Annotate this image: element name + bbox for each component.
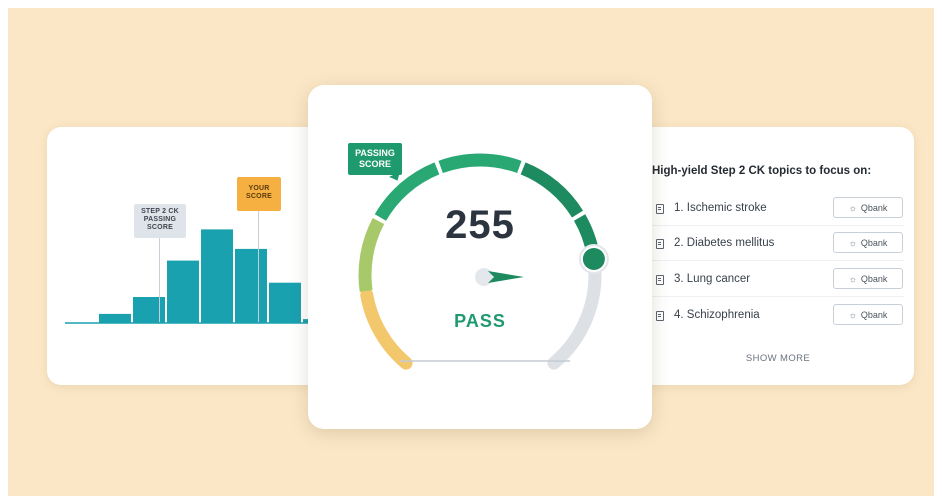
topic-label: 3. Lung cancer (674, 273, 751, 285)
qbank-button[interactable]: ☼ Qbank (833, 304, 903, 325)
topic-row: 2. Diabetes mellitus ☼ Qbank (652, 228, 904, 261)
lightbulb-icon: ☼ (848, 309, 857, 320)
your-score-line (258, 211, 259, 322)
histogram-bar (99, 313, 131, 323)
lightbulb-icon: ☼ (848, 237, 857, 248)
book-icon (656, 311, 664, 321)
topic-label: 1. Ischemic stroke (674, 202, 767, 214)
qbank-button-label: Qbank (860, 202, 888, 213)
score-gauge-card: PASSING SCORE 255 PASS (308, 85, 652, 429)
pass-verdict: PASS (454, 311, 506, 331)
book-icon (656, 204, 664, 214)
show-more-link[interactable]: SHOW MORE (652, 353, 904, 364)
topics-title: High-yield Step 2 CK topics to focus on: (652, 165, 872, 177)
passing-score-tag: STEP 2 CK PASSING SCORE (134, 204, 186, 238)
lightbulb-icon: ☼ (848, 273, 857, 284)
score-value: 255 (445, 203, 515, 247)
score-histogram (65, 229, 311, 324)
needle-pointer (488, 271, 524, 283)
needle-hub (475, 268, 493, 286)
your-score-tag: YOUR SCORE (237, 177, 281, 211)
qbank-button-label: Qbank (860, 309, 888, 320)
book-icon (656, 275, 664, 285)
histogram-bar (201, 229, 233, 323)
topic-row: 4. Schizophrenia ☼ Qbank (652, 300, 904, 333)
histogram-bar (235, 248, 267, 323)
passing-score-flag: PASSING SCORE (348, 143, 402, 175)
gauge-segment-high (438, 153, 522, 174)
lightbulb-icon: ☼ (848, 202, 857, 213)
topic-label: 4. Schizophrenia (674, 309, 760, 321)
gauge-knob (582, 247, 605, 270)
score-distribution-card: STEP 2 CK PASSING SCORE YOUR SCORE (47, 127, 347, 385)
passing-score-line (159, 238, 160, 322)
topic-row: 1. Ischemic stroke ☼ Qbank (652, 193, 904, 226)
qbank-button-label: Qbank (860, 237, 888, 248)
score-gauge (358, 153, 609, 370)
qbank-button[interactable]: ☼ Qbank (833, 197, 903, 218)
topic-label: 2. Diabetes mellitus (674, 237, 775, 249)
qbank-button[interactable]: ☼ Qbank (833, 232, 903, 253)
histogram-bar (133, 297, 165, 323)
book-icon (656, 239, 664, 249)
topic-row: 3. Lung cancer ☼ Qbank (652, 264, 904, 297)
histogram-bar (167, 260, 199, 323)
histogram-bar (269, 282, 301, 323)
qbank-button[interactable]: ☼ Qbank (833, 268, 903, 289)
qbank-button-label: Qbank (860, 273, 888, 284)
